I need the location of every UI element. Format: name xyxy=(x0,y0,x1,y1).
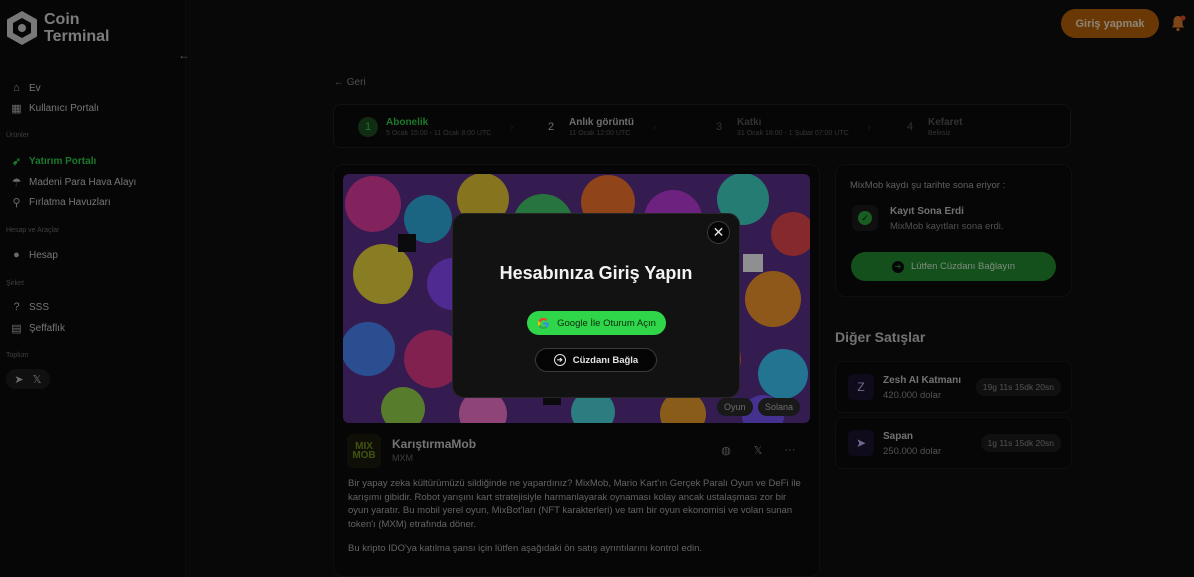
arrow-right-circle-icon: ➔ xyxy=(553,354,566,366)
google-signin-button[interactable]: Google İle Oturum Açın xyxy=(527,311,666,335)
google-icon xyxy=(538,317,549,329)
modal-connect-wallet-label: Cüzdanı Bağla xyxy=(572,354,639,366)
close-icon[interactable]: ✕ xyxy=(707,221,730,244)
google-signin-label: Google İle Oturum Açın xyxy=(557,317,656,329)
modal-title: Hesabınıza Giriş Yapın xyxy=(499,263,693,283)
modal-connect-wallet-button[interactable]: ➔ Cüzdanı Bağla xyxy=(535,348,657,372)
